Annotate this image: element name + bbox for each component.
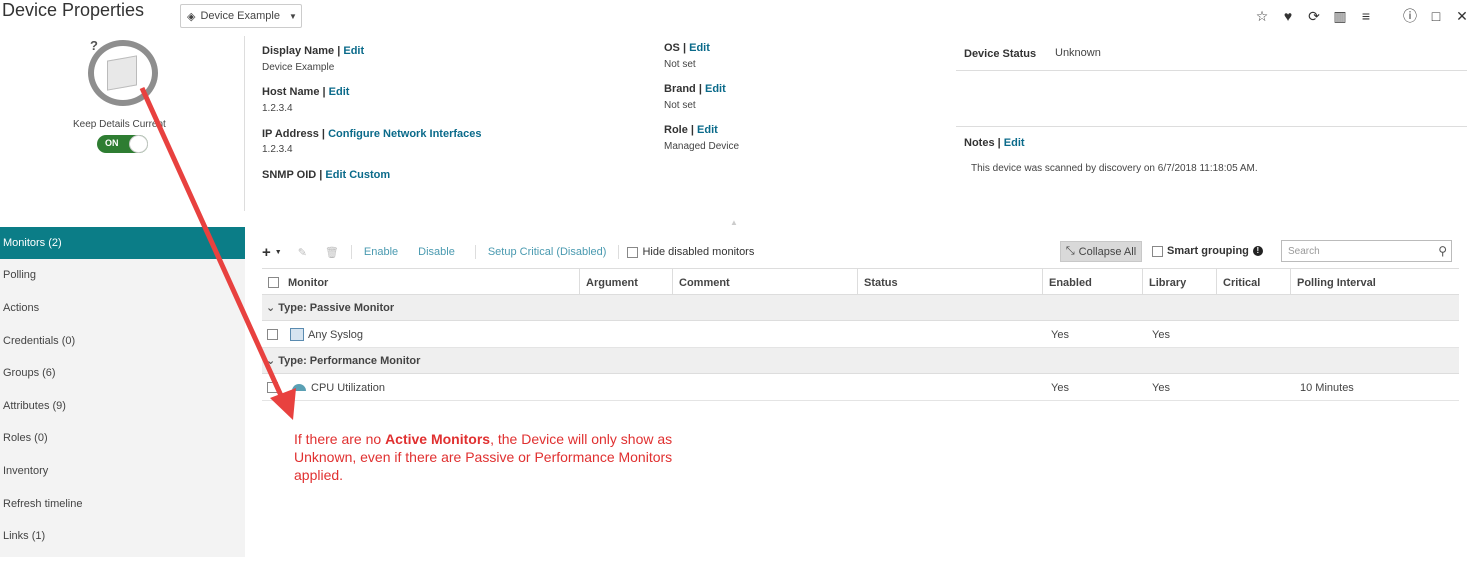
arrow-shaft xyxy=(139,86,286,402)
annotation-text: If there are no Active Monitors, the Dev… xyxy=(294,431,673,483)
arrow-head xyxy=(270,388,296,420)
annotation-arrow xyxy=(139,86,296,420)
